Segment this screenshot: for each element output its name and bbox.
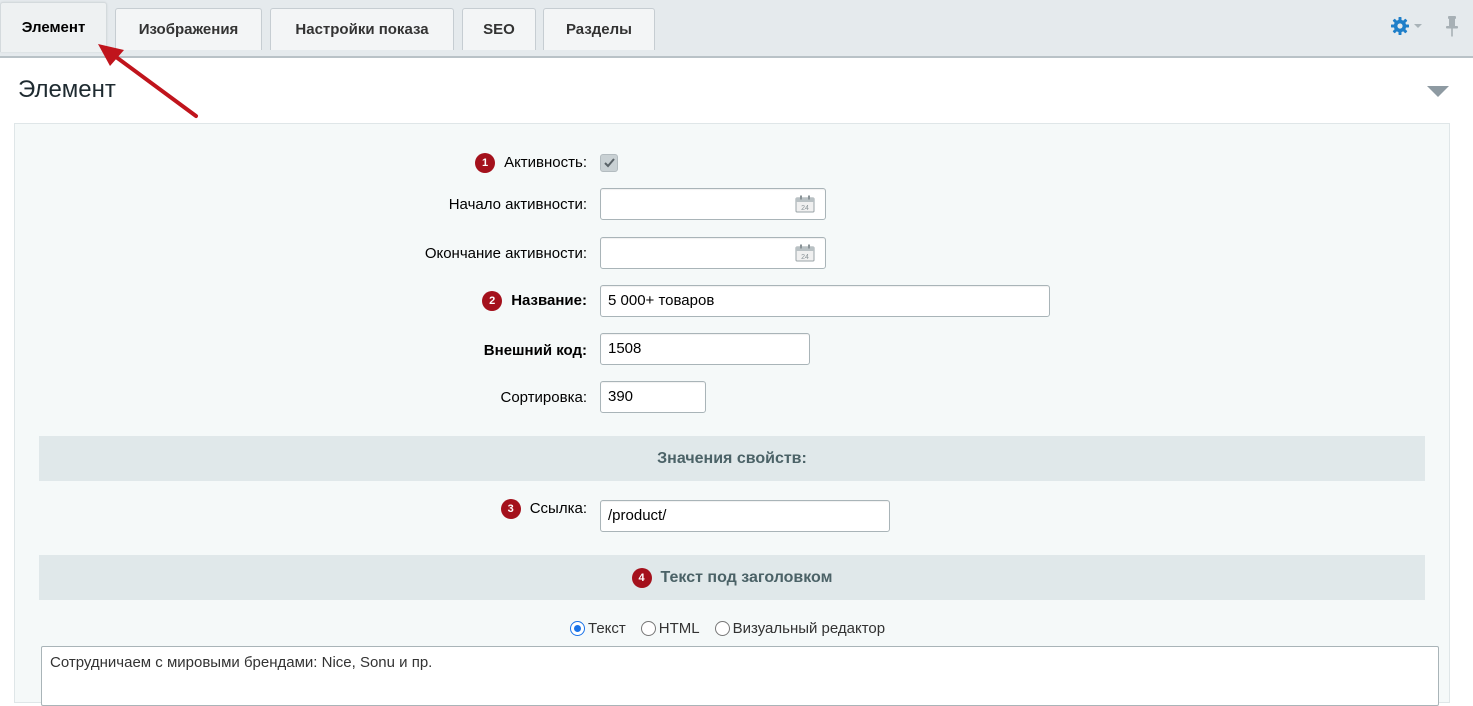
active-label-text: Активность: <box>504 154 587 171</box>
xml-id-field[interactable]: 1508 <box>600 333 810 365</box>
step-badge: 1 <box>475 153 496 173</box>
link-label: 3 Ссылка: <box>500 499 587 519</box>
tab-seo[interactable]: SEO <box>462 8 536 50</box>
tab-display-settings[interactable]: Настройки показа <box>270 8 454 50</box>
tab-sections[interactable]: Разделы <box>543 8 655 50</box>
radio-text-label[interactable]: Текст <box>588 620 626 637</box>
active-checkbox[interactable] <box>600 154 618 172</box>
svg-text:24: 24 <box>801 205 809 212</box>
settings-menu-button[interactable] <box>1390 16 1424 38</box>
tab-element[interactable]: Элемент <box>0 2 107 52</box>
element-form: 1 Активность: Начало активности: 24 Оконч… <box>14 123 1450 706</box>
active-label: 1 Активность: <box>475 153 587 173</box>
subtitle-textarea[interactable]: Сотрудничаем с мировыми брендами: Nice, … <box>41 646 1439 706</box>
calendar-icon[interactable]: 24 <box>795 195 815 213</box>
radio-html[interactable] <box>640 621 656 636</box>
subtitle-text-header-label: Текст под заголовком <box>660 568 833 586</box>
name-label-text: Название: <box>511 292 587 309</box>
name-field[interactable]: 5 000+ товаров <box>600 285 1050 317</box>
active-from-label: Начало активности: <box>448 196 587 213</box>
active-to-label: Окончание активности: <box>424 245 587 262</box>
pin-icon[interactable] <box>1444 14 1460 38</box>
step-badge: 4 <box>631 567 652 588</box>
calendar-icon[interactable]: 24 <box>795 244 815 262</box>
link-field[interactable]: /product/ <box>600 500 890 532</box>
radio-visual-editor[interactable] <box>714 621 730 636</box>
sort-label: Сортировка: <box>500 389 588 406</box>
radio-html-label[interactable]: HTML <box>659 620 700 637</box>
step-badge: 2 <box>482 291 503 311</box>
checkmark-icon <box>604 158 615 168</box>
chevron-down-icon <box>1414 24 1422 28</box>
svg-text:24: 24 <box>801 254 809 261</box>
gear-icon <box>1391 17 1409 35</box>
step-badge: 3 <box>500 499 521 519</box>
tab-bar: Элемент Изображения Настройки показа SEO… <box>0 0 1473 58</box>
tab-images[interactable]: Изображения <box>115 8 262 50</box>
editor-mode-selector: Текст HTML Визуальный редактор <box>570 620 900 637</box>
properties-header: Значения свойств: <box>39 436 1425 481</box>
link-label-text: Ссылка: <box>529 500 587 517</box>
page-title: Элемент <box>18 76 116 103</box>
radio-text[interactable] <box>570 621 585 636</box>
name-label: 2 Название: <box>482 291 587 311</box>
active-to-field[interactable]: 24 <box>600 237 826 269</box>
xml-id-label: Внешний код: <box>483 342 587 359</box>
sort-field[interactable]: 390 <box>600 381 706 413</box>
subtitle-text-header: 4 Текст под заголовком <box>39 555 1425 600</box>
collapse-icon[interactable] <box>1427 86 1449 97</box>
radio-visual-editor-label[interactable]: Визуальный редактор <box>733 620 886 637</box>
active-from-field[interactable]: 24 <box>600 188 826 220</box>
